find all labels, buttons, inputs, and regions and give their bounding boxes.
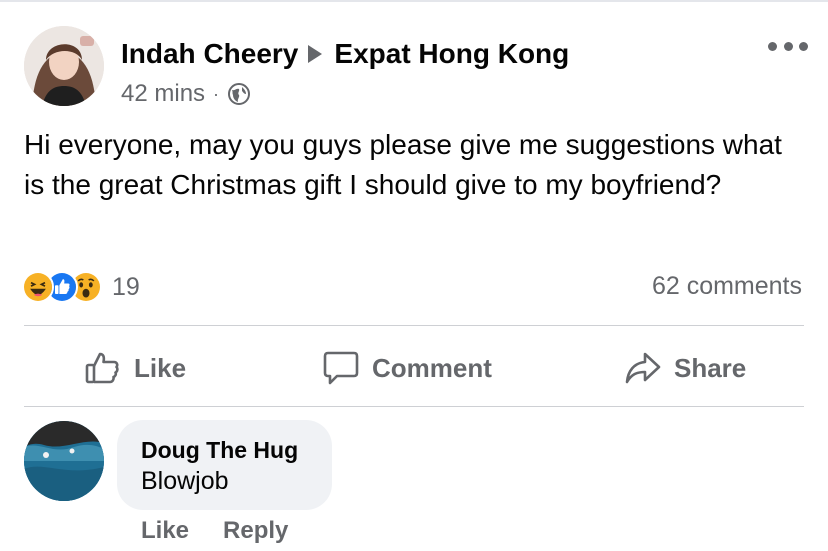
more-options-icon[interactable]	[768, 36, 808, 56]
author-avatar[interactable]	[24, 26, 104, 106]
comment-bubble[interactable]: Doug The Hug Blowjob	[117, 420, 332, 510]
divider	[24, 406, 804, 407]
group-name[interactable]: Expat Hong Kong	[334, 38, 569, 70]
meta-separator: ·	[213, 83, 220, 104]
post-meta: 42 mins ·	[121, 79, 251, 109]
comment-reply-button[interactable]: Reply	[223, 517, 288, 545]
comment-like-button[interactable]: Like	[141, 517, 189, 545]
comments-count[interactable]: 62 comments	[652, 272, 802, 301]
share-arrow-icon	[625, 352, 661, 384]
post-header: Indah Cheery Expat Hong Kong	[121, 36, 569, 72]
top-divider	[0, 0, 828, 2]
speech-bubble-icon	[323, 351, 359, 385]
reaction-summary[interactable]: 19	[22, 270, 140, 304]
comment-actions: Like Reply	[141, 517, 322, 545]
commenter-name[interactable]: Doug The Hug	[141, 435, 332, 465]
share-label: Share	[674, 352, 747, 383]
like-button[interactable]: Like	[84, 346, 186, 390]
right-arrow-icon	[308, 45, 323, 63]
author-name[interactable]: Indah Cheery	[121, 38, 298, 70]
reaction-count: 19	[112, 272, 140, 301]
post-body: Hi everyone, may you guys please give me…	[24, 129, 782, 200]
comment-button[interactable]: Comment	[322, 346, 492, 390]
share-button[interactable]: Share	[624, 346, 746, 390]
thumbs-up-icon	[85, 352, 119, 384]
divider	[24, 325, 804, 326]
comment-text: Blowjob	[141, 467, 229, 495]
like-label: Like	[134, 352, 187, 383]
profile-photo	[24, 26, 104, 106]
globe-icon	[228, 83, 251, 105]
post-timestamp[interactable]: 42 mins	[121, 80, 205, 108]
profile-photo	[24, 421, 104, 501]
haha-icon	[22, 271, 54, 303]
comment-label: Comment	[372, 352, 492, 383]
commenter-avatar[interactable]	[24, 421, 104, 501]
